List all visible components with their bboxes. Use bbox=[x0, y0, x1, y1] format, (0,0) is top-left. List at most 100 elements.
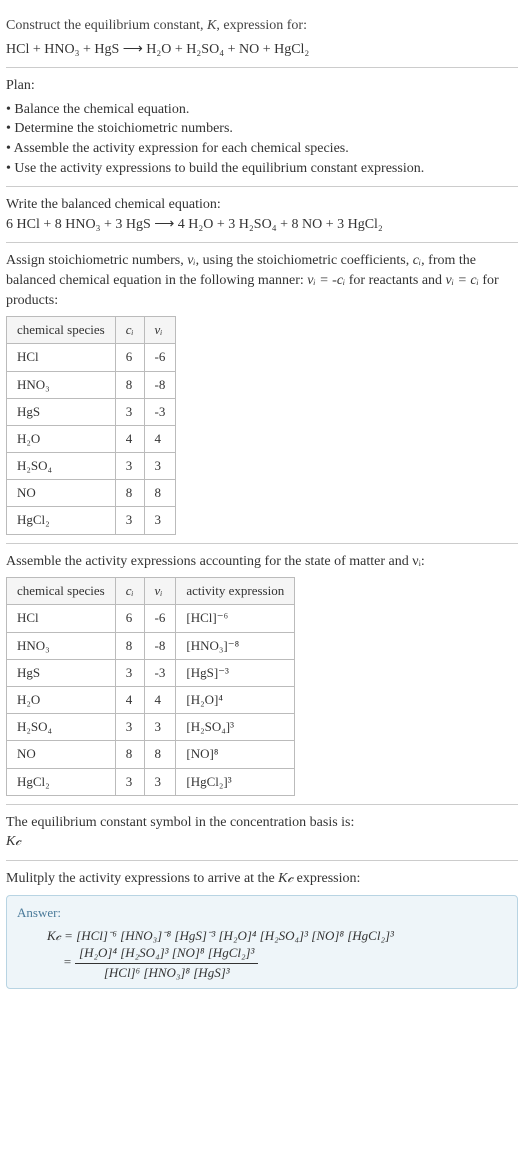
kc-inline: K𝒸 bbox=[278, 871, 293, 886]
cell-species: HCl bbox=[7, 605, 116, 632]
multiply-section: Mulitply the activity expressions to arr… bbox=[6, 861, 518, 997]
cell-species: H₂O bbox=[7, 686, 116, 713]
cell-ci: 8 bbox=[115, 741, 144, 768]
stoich-text-2: , using the stoichiometric coefficients, bbox=[196, 253, 413, 268]
cell-species: HCl bbox=[7, 344, 116, 371]
table-row: HgS3-3 bbox=[7, 398, 176, 425]
kc-frac-num: [H₂O]⁴ [H₂SO₄]³ [NO]⁸ [HgCl₂]³ bbox=[75, 946, 258, 963]
cell-species: H₂O bbox=[7, 425, 116, 452]
table-row: HgS3-3[HgS]⁻³ bbox=[7, 659, 295, 686]
cell-nu: 4 bbox=[144, 686, 176, 713]
stoich-intro: Assign stoichiometric numbers, νᵢ, using… bbox=[6, 251, 518, 310]
balanced-equation: 6 HCl + 8 HNO₃ + 3 HgS ⟶ 4 H₂O + 3 H₂SO₄… bbox=[6, 215, 518, 235]
nu-products: νᵢ = cᵢ bbox=[446, 273, 479, 288]
symbol-line: The equilibrium constant symbol in the c… bbox=[6, 813, 518, 833]
cell-species: HgS bbox=[7, 659, 116, 686]
cell-nu: -3 bbox=[144, 659, 176, 686]
prompt-title-text-1: Construct the equilibrium constant, bbox=[6, 18, 207, 33]
col-expr: activity expression bbox=[176, 578, 295, 605]
table-header-row: chemical species cᵢ νᵢ bbox=[7, 317, 176, 344]
cell-ci: 3 bbox=[115, 659, 144, 686]
cell-species: H₂SO₄ bbox=[7, 714, 116, 741]
cell-ci: 3 bbox=[115, 714, 144, 741]
cell-nu: 3 bbox=[144, 768, 176, 795]
plan-item: • Balance the chemical equation. bbox=[6, 100, 518, 120]
cell-nu: -6 bbox=[144, 344, 176, 371]
cell-nu: 8 bbox=[144, 480, 176, 507]
kc-eq2: = bbox=[47, 954, 75, 969]
plan-list: • Balance the chemical equation. • Deter… bbox=[6, 100, 518, 178]
nu-symbol: νᵢ bbox=[187, 253, 195, 268]
col-species: chemical species bbox=[7, 578, 116, 605]
cell-expr: [H₂O]⁴ bbox=[176, 686, 295, 713]
plan-label: Plan: bbox=[6, 76, 518, 96]
cell-nu: -8 bbox=[144, 632, 176, 659]
multiply-text-2: expression: bbox=[293, 871, 360, 886]
col-ci: cᵢ bbox=[115, 317, 144, 344]
activity-intro: Assemble the activity expressions accoun… bbox=[6, 552, 518, 572]
cell-nu: 3 bbox=[144, 507, 176, 534]
plan-item: • Use the activity expressions to build … bbox=[6, 159, 518, 179]
plan-item: • Assemble the activity expression for e… bbox=[6, 139, 518, 159]
cell-species: HgCl₂ bbox=[7, 507, 116, 534]
cell-ci: 3 bbox=[115, 453, 144, 480]
unbalanced-equation: HCl + HNO₃ + HgS ⟶ H₂O + H₂SO₄ + NO + Hg… bbox=[6, 40, 518, 60]
cell-nu: 3 bbox=[144, 714, 176, 741]
cell-ci: 4 bbox=[115, 425, 144, 452]
balanced-label: Write the balanced chemical equation: bbox=[6, 195, 518, 215]
cell-ci: 3 bbox=[115, 398, 144, 425]
activity-table: chemical species cᵢ νᵢ activity expressi… bbox=[6, 577, 295, 796]
cell-expr: [HNO₃]⁻⁸ bbox=[176, 632, 295, 659]
cell-ci: 8 bbox=[115, 480, 144, 507]
cell-ci: 6 bbox=[115, 605, 144, 632]
kc-fraction: [H₂O]⁴ [H₂SO₄]³ [NO]⁸ [HgCl₂]³ [HCl]⁶ [H… bbox=[75, 946, 258, 980]
cell-species: HgS bbox=[7, 398, 116, 425]
table-row: H₂SO₄33[H₂SO₄]³ bbox=[7, 714, 295, 741]
ci-symbol: cᵢ bbox=[413, 253, 421, 268]
table-row: H₂SO₄33 bbox=[7, 453, 176, 480]
table-row: NO88[NO]⁸ bbox=[7, 741, 295, 768]
cell-species: HNO₃ bbox=[7, 371, 116, 398]
cell-expr: [H₂SO₄]³ bbox=[176, 714, 295, 741]
cell-nu: 8 bbox=[144, 741, 176, 768]
table-row: H₂O44 bbox=[7, 425, 176, 452]
kc-flat-expr: [HCl]⁻⁶ [HNO₃]⁻⁸ [HgS]⁻³ [H₂O]⁴ [H₂SO₄]³… bbox=[76, 928, 394, 943]
answer-box: Answer: K𝒸 = [HCl]⁻⁶ [HNO₃]⁻⁸ [HgS]⁻³ [H… bbox=[6, 895, 518, 990]
cell-ci: 4 bbox=[115, 686, 144, 713]
cell-ci: 3 bbox=[115, 768, 144, 795]
table-row: HCl6-6[HCl]⁻⁶ bbox=[7, 605, 295, 632]
cell-nu: -8 bbox=[144, 371, 176, 398]
col-nu: νᵢ bbox=[144, 578, 176, 605]
stoich-section: Assign stoichiometric numbers, νᵢ, using… bbox=[6, 243, 518, 543]
col-species: chemical species bbox=[7, 317, 116, 344]
cell-ci: 8 bbox=[115, 371, 144, 398]
table-row: HNO₃8-8[HNO₃]⁻⁸ bbox=[7, 632, 295, 659]
cell-species: H₂SO₄ bbox=[7, 453, 116, 480]
cell-nu: 3 bbox=[144, 453, 176, 480]
prompt-title-text-2: , expression for: bbox=[216, 18, 307, 33]
k-symbol: K bbox=[207, 18, 216, 33]
prompt-section: Construct the equilibrium constant, K, e… bbox=[6, 8, 518, 68]
cell-expr: [HgCl₂]³ bbox=[176, 768, 295, 795]
cell-expr: [HgS]⁻³ bbox=[176, 659, 295, 686]
cell-expr: [HCl]⁻⁶ bbox=[176, 605, 295, 632]
cell-expr: [NO]⁸ bbox=[176, 741, 295, 768]
nu-reactants: νᵢ = -cᵢ bbox=[307, 273, 345, 288]
plan-item: • Determine the stoichiometric numbers. bbox=[6, 119, 518, 139]
table-row: HCl6-6 bbox=[7, 344, 176, 371]
table-row: NO88 bbox=[7, 480, 176, 507]
table-row: HgCl₂33 bbox=[7, 507, 176, 534]
table-row: HgCl₂33[HgCl₂]³ bbox=[7, 768, 295, 795]
cell-species: NO bbox=[7, 480, 116, 507]
multiply-text-1: Mulitply the activity expressions to arr… bbox=[6, 871, 278, 886]
kc-eq-lhs: K𝒸 = bbox=[47, 928, 76, 943]
col-ci: cᵢ bbox=[115, 578, 144, 605]
multiply-line: Mulitply the activity expressions to arr… bbox=[6, 869, 518, 889]
kc-frac-den: [HCl]⁶ [HNO₃]⁸ [HgS]³ bbox=[75, 964, 258, 980]
cell-nu: -6 bbox=[144, 605, 176, 632]
stoich-text-4: for reactants and bbox=[345, 273, 445, 288]
balanced-section: Write the balanced chemical equation: 6 … bbox=[6, 187, 518, 243]
plan-section: Plan: • Balance the chemical equation. •… bbox=[6, 68, 518, 187]
cell-species: HgCl₂ bbox=[7, 768, 116, 795]
stoich-table: chemical species cᵢ νᵢ HCl6-6 HNO₃8-8 Hg… bbox=[6, 316, 176, 535]
